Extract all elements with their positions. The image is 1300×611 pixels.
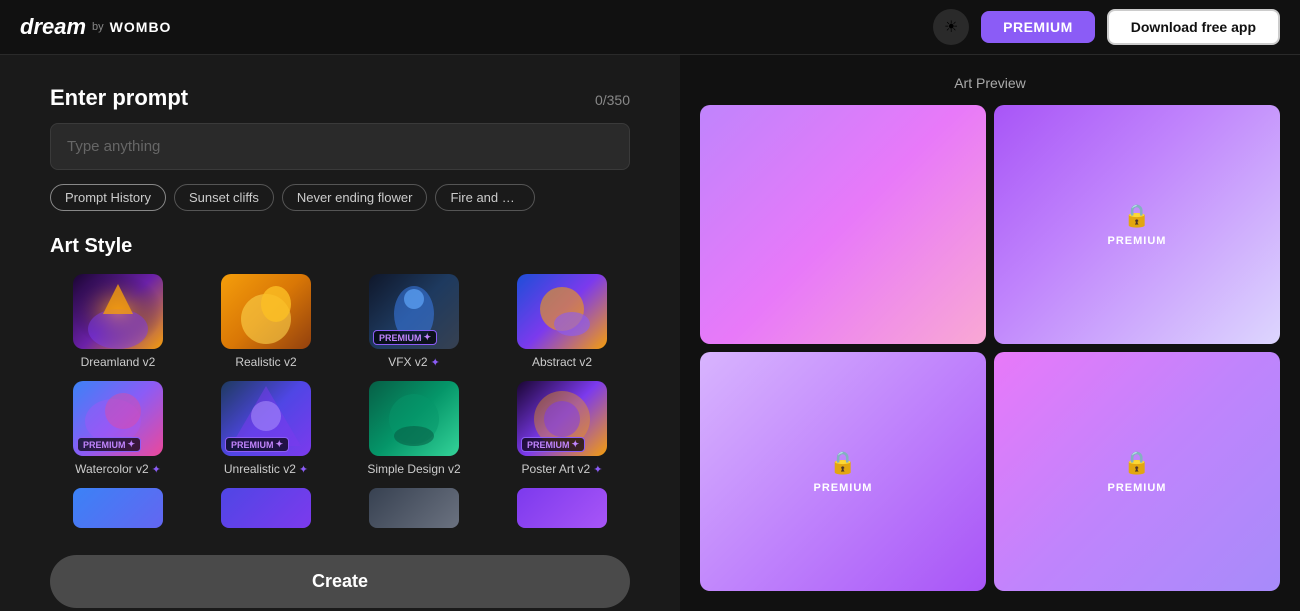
header-right: ☀ PREMIUM Download free app [933,9,1280,45]
logo-wombo: WOMBO [110,19,172,35]
download-app-button[interactable]: Download free app [1107,9,1280,45]
art-thumb-vfx: PREMIUM✦ [369,274,459,349]
art-thumb-dreamland [73,274,163,349]
art-style-grid-row2: PREMIUM✦ Watercolor v2 ✦ PREMIUM✦ [50,381,630,476]
art-label-simple-design: Simple Design v2 [367,462,460,476]
chip-prompt-history[interactable]: Prompt History [50,184,166,211]
preview-cell-4: 🔒 PREMIUM [994,352,1280,591]
chip-never-ending-flower[interactable]: Never ending flower [282,184,428,211]
premium-badge-unrealistic: PREMIUM✦ [225,437,289,452]
header: dream by WOMBO ☀ PREMIUM Download free a… [0,0,1300,55]
premium-label-cell3: PREMIUM [814,482,873,494]
lock-icon-cell4: 🔒 [1123,450,1150,476]
preview-grid: 🔒 PREMIUM 🔒 PREMIUM 🔒 PREMIUM [700,105,1280,591]
lock-icon-cell3: 🔒 [829,450,856,476]
art-style-poster-art[interactable]: PREMIUM✦ Poster Art v2 ✦ [494,381,630,476]
art-style-unrealistic[interactable]: PREMIUM✦ Unrealistic v2 ✦ [198,381,334,476]
art-thumb-simple-design [369,381,459,456]
premium-label-cell2: PREMIUM [1108,235,1167,247]
prompt-input[interactable] [50,123,630,170]
prompt-counter: 0/350 [595,92,630,108]
art-thumb-poster-art: PREMIUM✦ [517,381,607,456]
art-style-grid-row3 [50,488,630,533]
art-style-row3-4[interactable] [494,488,630,533]
prompt-chips: Prompt History Sunset cliffs Never endin… [50,184,630,211]
art-style-realistic[interactable]: Realistic v2 [198,274,334,369]
premium-button[interactable]: PREMIUM [981,11,1095,43]
art-thumb-realistic [221,274,311,349]
art-thumb-abstract [517,274,607,349]
premium-badge-poster-art: PREMIUM✦ [521,437,585,452]
preview-cell-3: 🔒 PREMIUM [700,352,986,591]
art-label-vfx: VFX v2 ✦ [388,355,440,369]
main-content: Enter prompt 0/350 Prompt History Sunset… [0,55,1300,611]
art-style-grid-row1: Dreamland v2 Realistic v2 [50,274,630,369]
art-preview-title: Art Preview [954,75,1026,91]
chip-fire-and-w[interactable]: Fire and w... [435,184,535,211]
logo-by: by [92,21,104,33]
premium-badge-vfx: PREMIUM✦ [373,330,437,345]
art-style-title: Art Style [50,235,630,258]
chip-sunset-cliffs[interactable]: Sunset cliffs [174,184,274,211]
premium-badge-watercolor: PREMIUM✦ [77,437,141,452]
preview-cell-1 [700,105,986,344]
art-style-row3-1[interactable] [50,488,186,533]
art-style-simple-design[interactable]: Simple Design v2 [346,381,482,476]
lock-icon-cell2: 🔒 [1123,203,1150,229]
art-thumb-watercolor: PREMIUM✦ [73,381,163,456]
preview-cell-2: 🔒 PREMIUM [994,105,1280,344]
premium-label-cell4: PREMIUM [1108,482,1167,494]
art-thumb-unrealistic: PREMIUM✦ [221,381,311,456]
art-style-abstract[interactable]: Abstract v2 [494,274,630,369]
right-panel: Art Preview 🔒 PREMIUM 🔒 PREMIUM 🔒 PREMIU… [680,55,1300,611]
art-style-row3-3[interactable] [346,488,482,533]
create-button[interactable]: Create [50,555,630,608]
left-panel: Enter prompt 0/350 Prompt History Sunset… [0,55,680,611]
logo-dream: dream [20,14,86,40]
logo-area: dream by WOMBO [20,14,171,40]
art-style-vfx[interactable]: PREMIUM✦ VFX v2 ✦ [346,274,482,369]
art-label-dreamland: Dreamland v2 [81,355,156,369]
art-style-dreamland[interactable]: Dreamland v2 [50,274,186,369]
sun-icon: ☀ [944,17,958,37]
art-label-unrealistic: Unrealistic v2 ✦ [224,462,308,476]
art-label-poster-art: Poster Art v2 ✦ [522,462,603,476]
art-label-watercolor: Watercolor v2 ✦ [75,462,161,476]
prompt-header: Enter prompt 0/350 [50,85,630,111]
prompt-title: Enter prompt [50,85,188,111]
art-label-realistic: Realistic v2 [235,355,296,369]
art-style-row3-2[interactable] [198,488,334,533]
theme-toggle-button[interactable]: ☀ [933,9,969,45]
art-label-abstract: Abstract v2 [532,355,592,369]
art-style-watercolor[interactable]: PREMIUM✦ Watercolor v2 ✦ [50,381,186,476]
